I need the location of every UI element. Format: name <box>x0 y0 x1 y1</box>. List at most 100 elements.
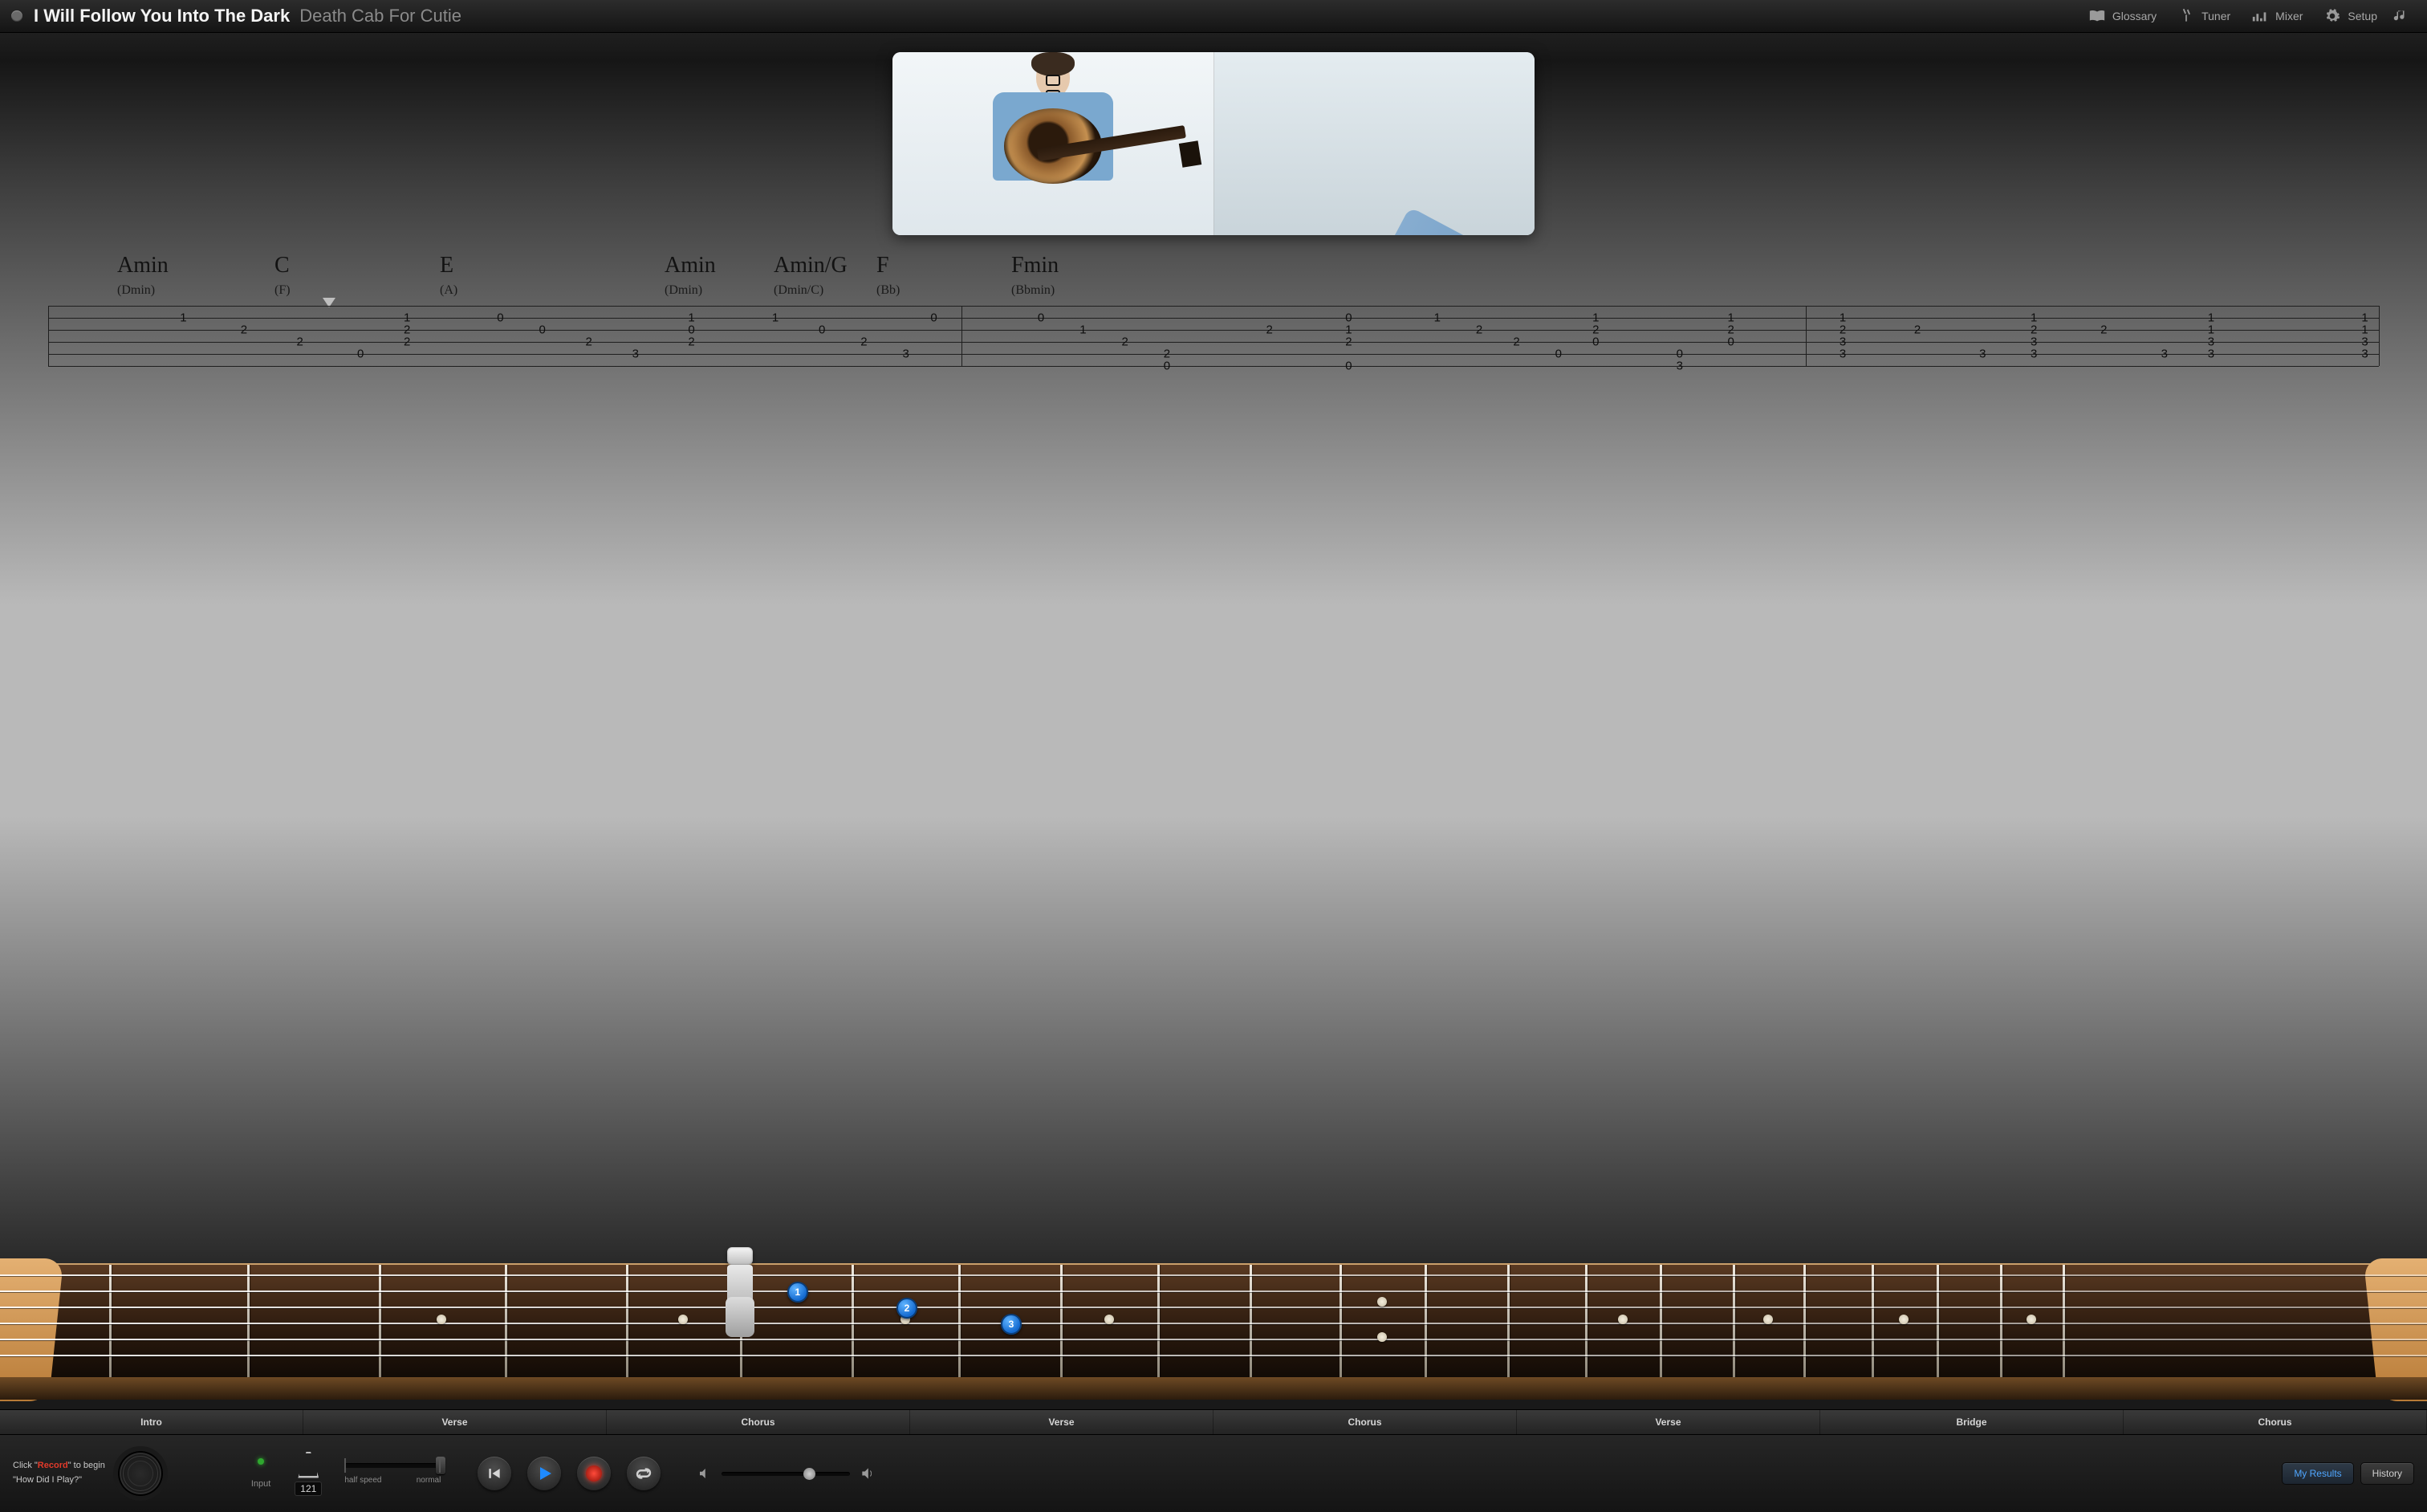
tab-string <box>48 354 2379 355</box>
history-button[interactable]: History <box>2360 1462 2414 1485</box>
fret <box>1585 1265 1588 1377</box>
finger-marker: 1 <box>787 1282 808 1303</box>
section-chorus[interactable]: Chorus <box>2124 1410 2427 1434</box>
tab-barline <box>1806 306 1807 366</box>
capo[interactable] <box>727 1247 753 1265</box>
section-intro[interactable]: Intro <box>0 1410 303 1434</box>
rewind-button[interactable] <box>478 1457 511 1490</box>
tab-note: 2 <box>404 324 410 336</box>
guitar-string <box>0 1355 2427 1356</box>
artist-name: Death Cab For Cutie <box>299 6 461 26</box>
bpm-display[interactable]: 121 <box>295 1482 322 1496</box>
close-button[interactable] <box>11 10 22 22</box>
tab-note: 3 <box>1979 348 1986 360</box>
tab-note: 1 <box>2361 324 2368 336</box>
tab-note: 2 <box>1476 324 1482 336</box>
tab-note: 2 <box>1840 324 1846 336</box>
record-icon <box>586 1465 602 1482</box>
fret <box>1660 1265 1662 1377</box>
guitar-string <box>0 1290 2427 1292</box>
lesson-video[interactable] <box>0 52 2427 235</box>
metronome-button[interactable]: 121 <box>295 1452 322 1496</box>
tab-note: 2 <box>2031 324 2037 336</box>
fret <box>505 1265 507 1377</box>
fret-marker-dot <box>1377 1297 1387 1307</box>
tab-note: 1 <box>2208 324 2214 336</box>
section-bridge[interactable]: Bridge <box>1820 1410 2124 1434</box>
section-chorus[interactable]: Chorus <box>607 1410 910 1434</box>
chord-label: F(Bb) <box>876 253 1011 298</box>
tab-note: 3 <box>1840 336 1846 348</box>
tab-note: 1 <box>772 312 779 324</box>
tab-note: 1 <box>1345 324 1352 336</box>
tab-note: 1 <box>1840 312 1846 324</box>
music-note-icon <box>2392 9 2409 23</box>
finger-marker: 3 <box>1001 1314 1022 1335</box>
section-verse[interactable]: Verse <box>1517 1410 1820 1434</box>
fret <box>2063 1265 2065 1377</box>
tab-note: 0 <box>819 324 825 336</box>
tab-note: 1 <box>2361 312 2368 324</box>
song-section-nav: IntroVerseChorusVerseChorusVerseBridgeCh… <box>0 1409 2427 1435</box>
notation-toggle[interactable] <box>2392 9 2416 23</box>
section-verse[interactable]: Verse <box>910 1410 1214 1434</box>
speed-slider[interactable]: half speed normal <box>344 1463 441 1485</box>
fret <box>626 1265 628 1377</box>
tab-string <box>48 330 2379 331</box>
play-button[interactable] <box>527 1457 561 1490</box>
fret <box>1340 1265 1342 1377</box>
tab-note: 3 <box>2208 348 2214 360</box>
tab-note: 3 <box>2161 348 2168 360</box>
setup-button[interactable]: Setup <box>2323 9 2377 23</box>
section-chorus[interactable]: Chorus <box>1214 1410 1517 1434</box>
title-bar: I Will Follow You Into The Dark Death Ca… <box>0 0 2427 33</box>
speed-label-half: half speed <box>344 1476 381 1485</box>
fret <box>109 1265 112 1377</box>
tuning-fork-icon <box>2177 9 2195 23</box>
my-results-button[interactable]: My Results <box>2282 1462 2353 1485</box>
tab-note: 2 <box>241 324 247 336</box>
fret <box>1425 1265 1427 1377</box>
guitar-string <box>0 1339 2427 1340</box>
tab-note: 0 <box>357 348 364 360</box>
section-verse[interactable]: Verse <box>303 1410 607 1434</box>
fret <box>1250 1265 1252 1377</box>
tab-note: 1 <box>688 312 694 324</box>
mixer-button[interactable]: Mixer <box>2251 9 2303 23</box>
fret <box>1872 1265 1874 1377</box>
record-dial[interactable] <box>118 1451 163 1496</box>
tablature[interactable]: 1220122002310210230012202012012201200312… <box>48 303 2379 372</box>
tab-note: 0 <box>1592 336 1599 348</box>
tab-note: 2 <box>1914 324 1921 336</box>
glossary-button[interactable]: Glossary <box>2088 9 2157 23</box>
tab-note: 1 <box>180 312 186 324</box>
tab-note: 3 <box>1677 360 1683 372</box>
tuner-button[interactable]: Tuner <box>2177 9 2230 23</box>
tab-note: 2 <box>1164 348 1170 360</box>
input-led-icon <box>258 1458 264 1465</box>
fretboard-area: 123 <box>0 1263 2427 1379</box>
tab-note: 1 <box>2208 312 2214 324</box>
tab-note: 2 <box>2100 324 2107 336</box>
tab-barline <box>48 306 49 366</box>
tab-note: 2 <box>688 336 694 348</box>
tab-note: 0 <box>1345 312 1352 324</box>
video-wide-shot <box>892 52 1214 235</box>
tab-note: 1 <box>404 312 410 324</box>
loop-button[interactable] <box>627 1457 661 1490</box>
chord-label: Amin(Dmin) <box>665 253 774 298</box>
tab-note: 3 <box>632 348 639 360</box>
guitar-string <box>0 1323 2427 1324</box>
volume-slider[interactable] <box>697 1465 876 1482</box>
fret <box>1060 1265 1063 1377</box>
record-button[interactable] <box>577 1457 611 1490</box>
metronome-icon <box>298 1452 319 1478</box>
fret <box>1507 1265 1510 1377</box>
tab-note: 3 <box>2208 336 2214 348</box>
tab-barline <box>961 306 962 366</box>
fret <box>2000 1265 2002 1377</box>
tab-note: 2 <box>1121 336 1128 348</box>
record-hint: Click "Record" to begin "How Did I Play?… <box>13 1459 105 1487</box>
guitar-string <box>0 1274 2427 1276</box>
fretboard[interactable]: 123 <box>0 1263 2427 1379</box>
